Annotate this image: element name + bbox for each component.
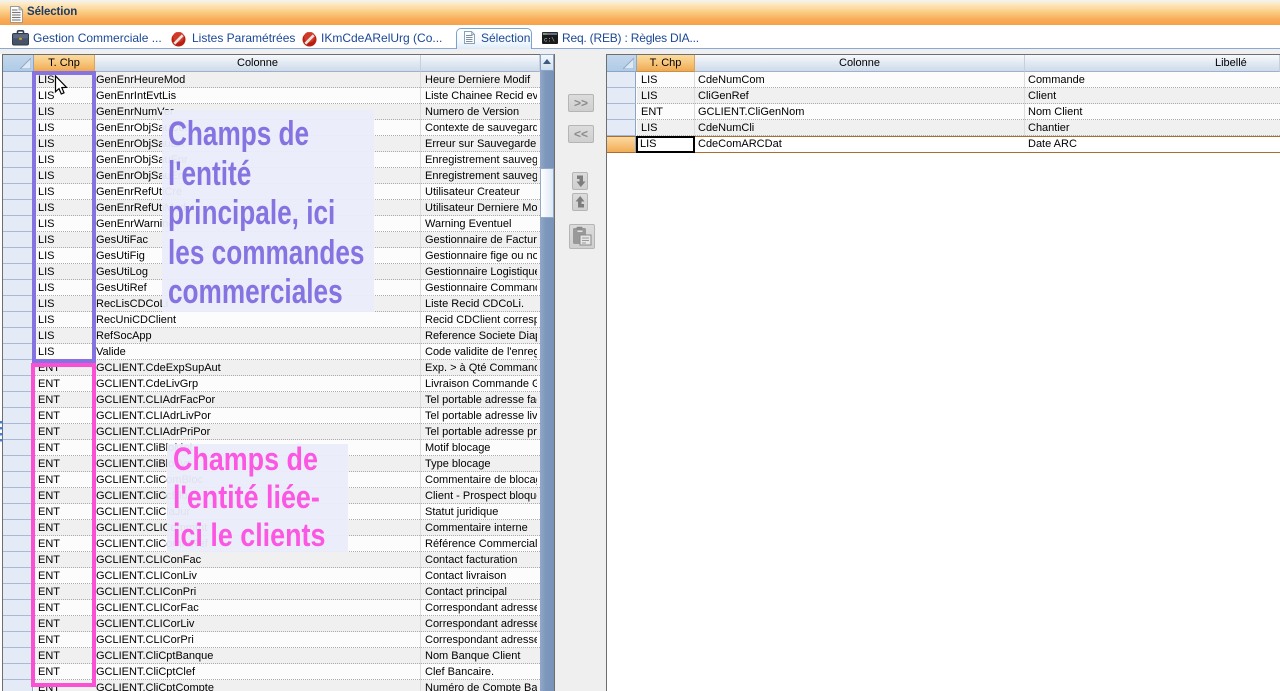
svg-text:c:\: c:\ [544, 37, 555, 44]
